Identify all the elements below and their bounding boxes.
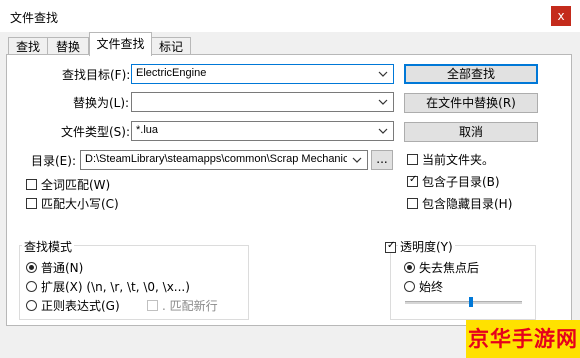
watermark: 京华手游网 xyxy=(466,320,580,358)
current-folder-checkbox[interactable] xyxy=(407,154,418,165)
hidden-folders-label[interactable]: 包含隐藏目录(H) xyxy=(422,195,512,212)
lose-focus-radio[interactable] xyxy=(404,262,415,273)
search-mode-title: 查找模式 xyxy=(22,238,75,255)
normal-radio[interactable] xyxy=(26,262,37,273)
subfolders-label[interactable]: 包含子目录(B) xyxy=(422,173,500,190)
whole-word-label[interactable]: 全词匹配(W) xyxy=(41,176,110,193)
replace-combo[interactable] xyxy=(131,92,394,112)
regex-label[interactable]: 正则表达式(G) xyxy=(41,297,120,314)
whole-word-checkbox[interactable] xyxy=(26,179,37,190)
find-in-files-dialog: 文件查找 x 查找 替换 文件查找 标记 查找目标(F): ElectricEn… xyxy=(0,0,580,358)
dot-newline-checkbox[interactable] xyxy=(147,300,158,311)
close-button[interactable]: x xyxy=(551,6,571,26)
transparency-slider[interactable] xyxy=(405,301,522,304)
lose-focus-label[interactable]: 失去焦点后 xyxy=(419,259,479,276)
chevron-down-icon[interactable] xyxy=(377,96,389,108)
extended-label[interactable]: 扩展(X) (\n, \r, \t, \0, \x...) xyxy=(41,278,190,295)
filetype-combo[interactable]: *.lua xyxy=(131,121,394,141)
chevron-down-icon[interactable] xyxy=(377,125,389,137)
dot-newline-label[interactable]: . 匹配新行 xyxy=(162,297,218,314)
find-combo[interactable]: ElectricEngine xyxy=(131,64,394,84)
current-folder-label[interactable]: 当前文件夹。 xyxy=(422,151,494,168)
filetype-input[interactable]: *.lua xyxy=(136,124,373,136)
replace-label: 替换为(L): xyxy=(73,96,130,110)
transparency-title[interactable]: 透明度(Y) xyxy=(398,238,455,255)
title-bar: 文件查找 x xyxy=(0,0,580,32)
dialog-title: 文件查找 xyxy=(10,11,59,25)
replace-in-files-button[interactable]: 在文件中替换(R) xyxy=(404,93,538,113)
find-input[interactable]: ElectricEngine xyxy=(136,67,373,79)
extended-radio[interactable] xyxy=(26,281,37,292)
regex-radio[interactable] xyxy=(26,300,37,311)
always-label[interactable]: 始终 xyxy=(419,278,443,295)
browse-button[interactable]: ... xyxy=(371,150,393,170)
tab-find-in-files[interactable]: 文件查找 xyxy=(89,32,152,56)
hidden-folders-checkbox[interactable] xyxy=(407,198,418,209)
always-radio[interactable] xyxy=(404,281,415,292)
filetype-label: 文件类型(S): xyxy=(61,125,131,139)
transparency-slider-thumb[interactable] xyxy=(468,297,473,307)
cancel-button[interactable]: 取消 xyxy=(404,122,538,142)
transparency-checkbox[interactable]: ✓ xyxy=(385,240,396,253)
directory-input[interactable]: D:\SteamLibrary\steamapps\common\Scrap M… xyxy=(85,153,347,165)
directory-combo[interactable]: D:\SteamLibrary\steamapps\common\Scrap M… xyxy=(80,150,368,170)
match-case-checkbox[interactable] xyxy=(26,198,37,209)
tab-panel: 查找目标(F): ElectricEngine 替换为(L): 文件类型(S):… xyxy=(6,54,572,326)
match-case-label[interactable]: 匹配大小写(C) xyxy=(41,195,119,212)
find-label: 查找目标(F): xyxy=(62,68,131,82)
directory-label: 目录(E): xyxy=(31,154,76,168)
subfolders-checkbox[interactable]: ✓ xyxy=(407,174,418,187)
find-all-button[interactable]: 全部查找 xyxy=(404,64,538,84)
normal-label[interactable]: 普通(N) xyxy=(41,259,83,276)
chevron-down-icon[interactable] xyxy=(377,68,389,80)
check-icon: ✓ xyxy=(409,174,418,185)
check-icon: ✓ xyxy=(387,240,396,251)
chevron-down-icon[interactable] xyxy=(351,154,363,166)
